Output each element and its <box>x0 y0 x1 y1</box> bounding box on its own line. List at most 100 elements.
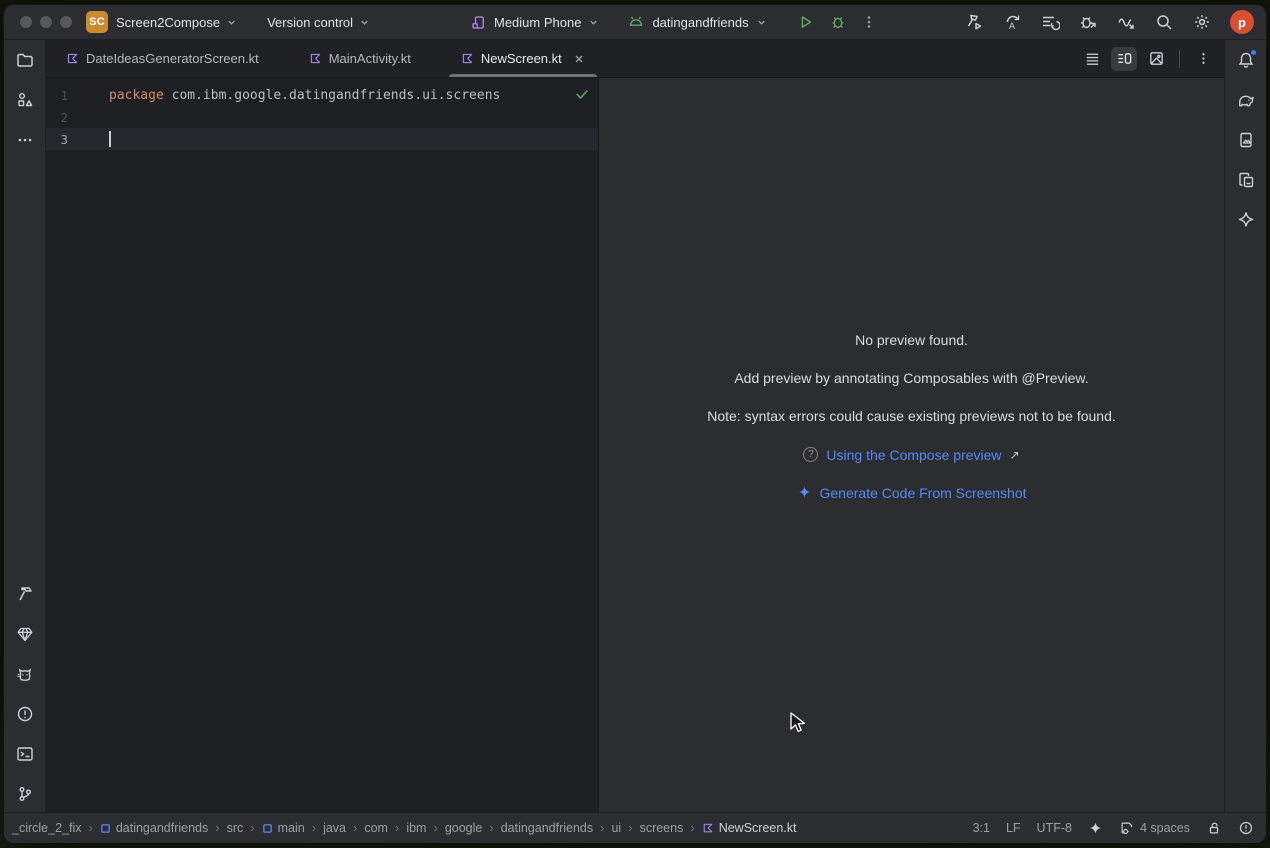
device-selector-label: Medium Phone <box>494 15 581 30</box>
unlocked-padlock-icon[interactable] <box>1206 820 1222 836</box>
gemini-spark-icon[interactable] <box>1232 206 1260 234</box>
gradle-elephant-icon[interactable] <box>1232 86 1260 114</box>
tab-label: MainActivity.kt <box>329 51 411 66</box>
line-number[interactable]: 2 <box>46 110 76 125</box>
close-tab-icon[interactable] <box>573 53 585 65</box>
device-phone-icon <box>470 14 487 31</box>
project-menu[interactable]: Screen2Compose <box>116 15 237 30</box>
breadcrumb-item-file[interactable]: NewScreen.kt <box>702 821 797 835</box>
version-control-branch-icon[interactable] <box>11 780 39 808</box>
settings-icon[interactable] <box>1192 12 1212 32</box>
terminal-icon[interactable] <box>11 740 39 768</box>
gemini-spark-icon <box>797 485 812 500</box>
tab-mainactivity[interactable]: MainActivity.kt <box>295 40 425 77</box>
chevron-down-icon <box>226 17 237 28</box>
apply-code-changes-icon[interactable] <box>1040 12 1060 32</box>
module-icon <box>262 823 273 834</box>
line-number[interactable]: 1 <box>46 88 76 103</box>
project-icon: SC <box>86 11 108 33</box>
compose-preview-help-link[interactable]: Using the Compose preview <box>826 447 1001 463</box>
device-selector[interactable]: Medium Phone <box>470 14 599 31</box>
breadcrumb-separator: › <box>88 820 92 835</box>
tab-dateideasgeneratorscreen[interactable]: DateIdeasGeneratorScreen.kt <box>52 40 273 77</box>
status-bar: _circle_2_fix › datingandfriends › src ›… <box>4 812 1266 843</box>
kotlin-icon <box>66 52 79 65</box>
preview-message: Note: syntax errors could cause existing… <box>599 407 1224 426</box>
breadcrumb-item[interactable]: src <box>227 821 244 835</box>
line-number[interactable]: 3 <box>46 132 76 147</box>
breadcrumb-item[interactable]: main <box>262 821 305 835</box>
minimize-window-button[interactable] <box>40 16 52 28</box>
build-hammer-icon[interactable] <box>11 580 39 608</box>
compose-preview-panel: No preview found. Add preview by annotat… <box>599 78 1224 812</box>
app-insights-gem-icon[interactable] <box>11 620 39 648</box>
resource-manager-icon[interactable] <box>11 86 39 114</box>
indent-widget[interactable]: 4 spaces <box>1119 820 1190 836</box>
breadcrumb-separator: › <box>312 820 316 835</box>
breadcrumb-item[interactable]: datingandfriends <box>501 821 593 835</box>
project-folder-icon[interactable] <box>11 46 39 74</box>
help-icon: ? <box>803 447 818 462</box>
design-view-button[interactable] <box>1143 47 1169 71</box>
run-configuration-selector[interactable]: datingandfriends <box>627 13 766 31</box>
encoding-widget[interactable]: UTF-8 <box>1037 821 1072 835</box>
breadcrumb-item[interactable]: screens <box>640 821 684 835</box>
run-button[interactable] <box>797 13 815 31</box>
caret-position-widget[interactable]: 3:1 <box>973 821 990 835</box>
android-icon <box>627 13 645 31</box>
code-line-3-current: 3 <box>46 128 598 150</box>
code-view-button[interactable] <box>1079 47 1105 71</box>
generate-code-from-screenshot-link[interactable]: Generate Code From Screenshot <box>820 485 1027 501</box>
chevron-down-icon <box>756 17 767 28</box>
search-icon[interactable] <box>1154 12 1174 32</box>
split-view-button[interactable] <box>1111 47 1137 71</box>
breadcrumb-separator: › <box>250 820 254 835</box>
line-separator-widget[interactable]: LF <box>1006 821 1021 835</box>
apply-changes-icon[interactable]: A <box>1002 12 1022 32</box>
breadcrumb-separator: › <box>215 820 219 835</box>
code-line-2: 2 <box>46 106 598 128</box>
running-devices-icon[interactable] <box>1232 126 1260 154</box>
divider <box>1179 50 1180 68</box>
more-actions-kebab-icon[interactable] <box>861 14 877 30</box>
run-configuration-label: datingandfriends <box>652 15 748 30</box>
breadcrumb: _circle_2_fix › datingandfriends › src ›… <box>12 821 797 835</box>
build-run-icon[interactable] <box>964 12 984 32</box>
logcat-cat-icon[interactable] <box>11 660 39 688</box>
tab-newscreen[interactable]: NewScreen.kt <box>447 40 599 77</box>
right-tool-strip <box>1224 40 1266 812</box>
more-tool-windows-icon[interactable] <box>11 126 39 154</box>
user-avatar[interactable]: p <box>1230 10 1254 34</box>
profiler-icon[interactable] <box>1116 12 1136 32</box>
breadcrumb-separator: › <box>395 820 399 835</box>
breadcrumb-separator: › <box>600 820 604 835</box>
title-bar: SC Screen2Compose Version control Medium… <box>4 5 1266 40</box>
breadcrumb-item[interactable]: ui <box>611 821 621 835</box>
debug-button[interactable] <box>829 13 847 31</box>
zoom-window-button[interactable] <box>60 16 72 28</box>
inspections-ok-check-icon[interactable] <box>574 86 590 102</box>
svg-text:A: A <box>1009 21 1015 31</box>
breadcrumb-item[interactable]: _circle_2_fix <box>12 821 81 835</box>
attach-debugger-icon[interactable] <box>1078 12 1098 32</box>
problems-icon[interactable] <box>11 700 39 728</box>
breadcrumb-item[interactable]: java <box>323 821 346 835</box>
window-controls <box>20 16 72 28</box>
info-exclamation-icon[interactable] <box>1238 820 1254 836</box>
breadcrumb-separator: › <box>353 820 357 835</box>
breadcrumb-item[interactable]: google <box>445 821 483 835</box>
gemini-status-spark-icon[interactable] <box>1088 821 1103 836</box>
device-manager-icon[interactable] <box>1232 166 1260 194</box>
version-control-menu[interactable]: Version control <box>267 15 370 30</box>
module-icon <box>100 823 111 834</box>
close-window-button[interactable] <box>20 16 32 28</box>
code-editor[interactable]: 1 package com.ibm.google.datingandfriend… <box>46 78 599 812</box>
version-control-label: Version control <box>267 15 353 30</box>
breadcrumb-item[interactable]: datingandfriends <box>100 821 208 835</box>
breadcrumb-item[interactable]: ibm <box>406 821 426 835</box>
notifications-bell-icon[interactable] <box>1232 46 1260 74</box>
breadcrumb-separator: › <box>628 820 632 835</box>
tab-label: NewScreen.kt <box>481 51 562 66</box>
editor-options-kebab-icon[interactable] <box>1190 47 1216 71</box>
breadcrumb-item[interactable]: com <box>364 821 388 835</box>
